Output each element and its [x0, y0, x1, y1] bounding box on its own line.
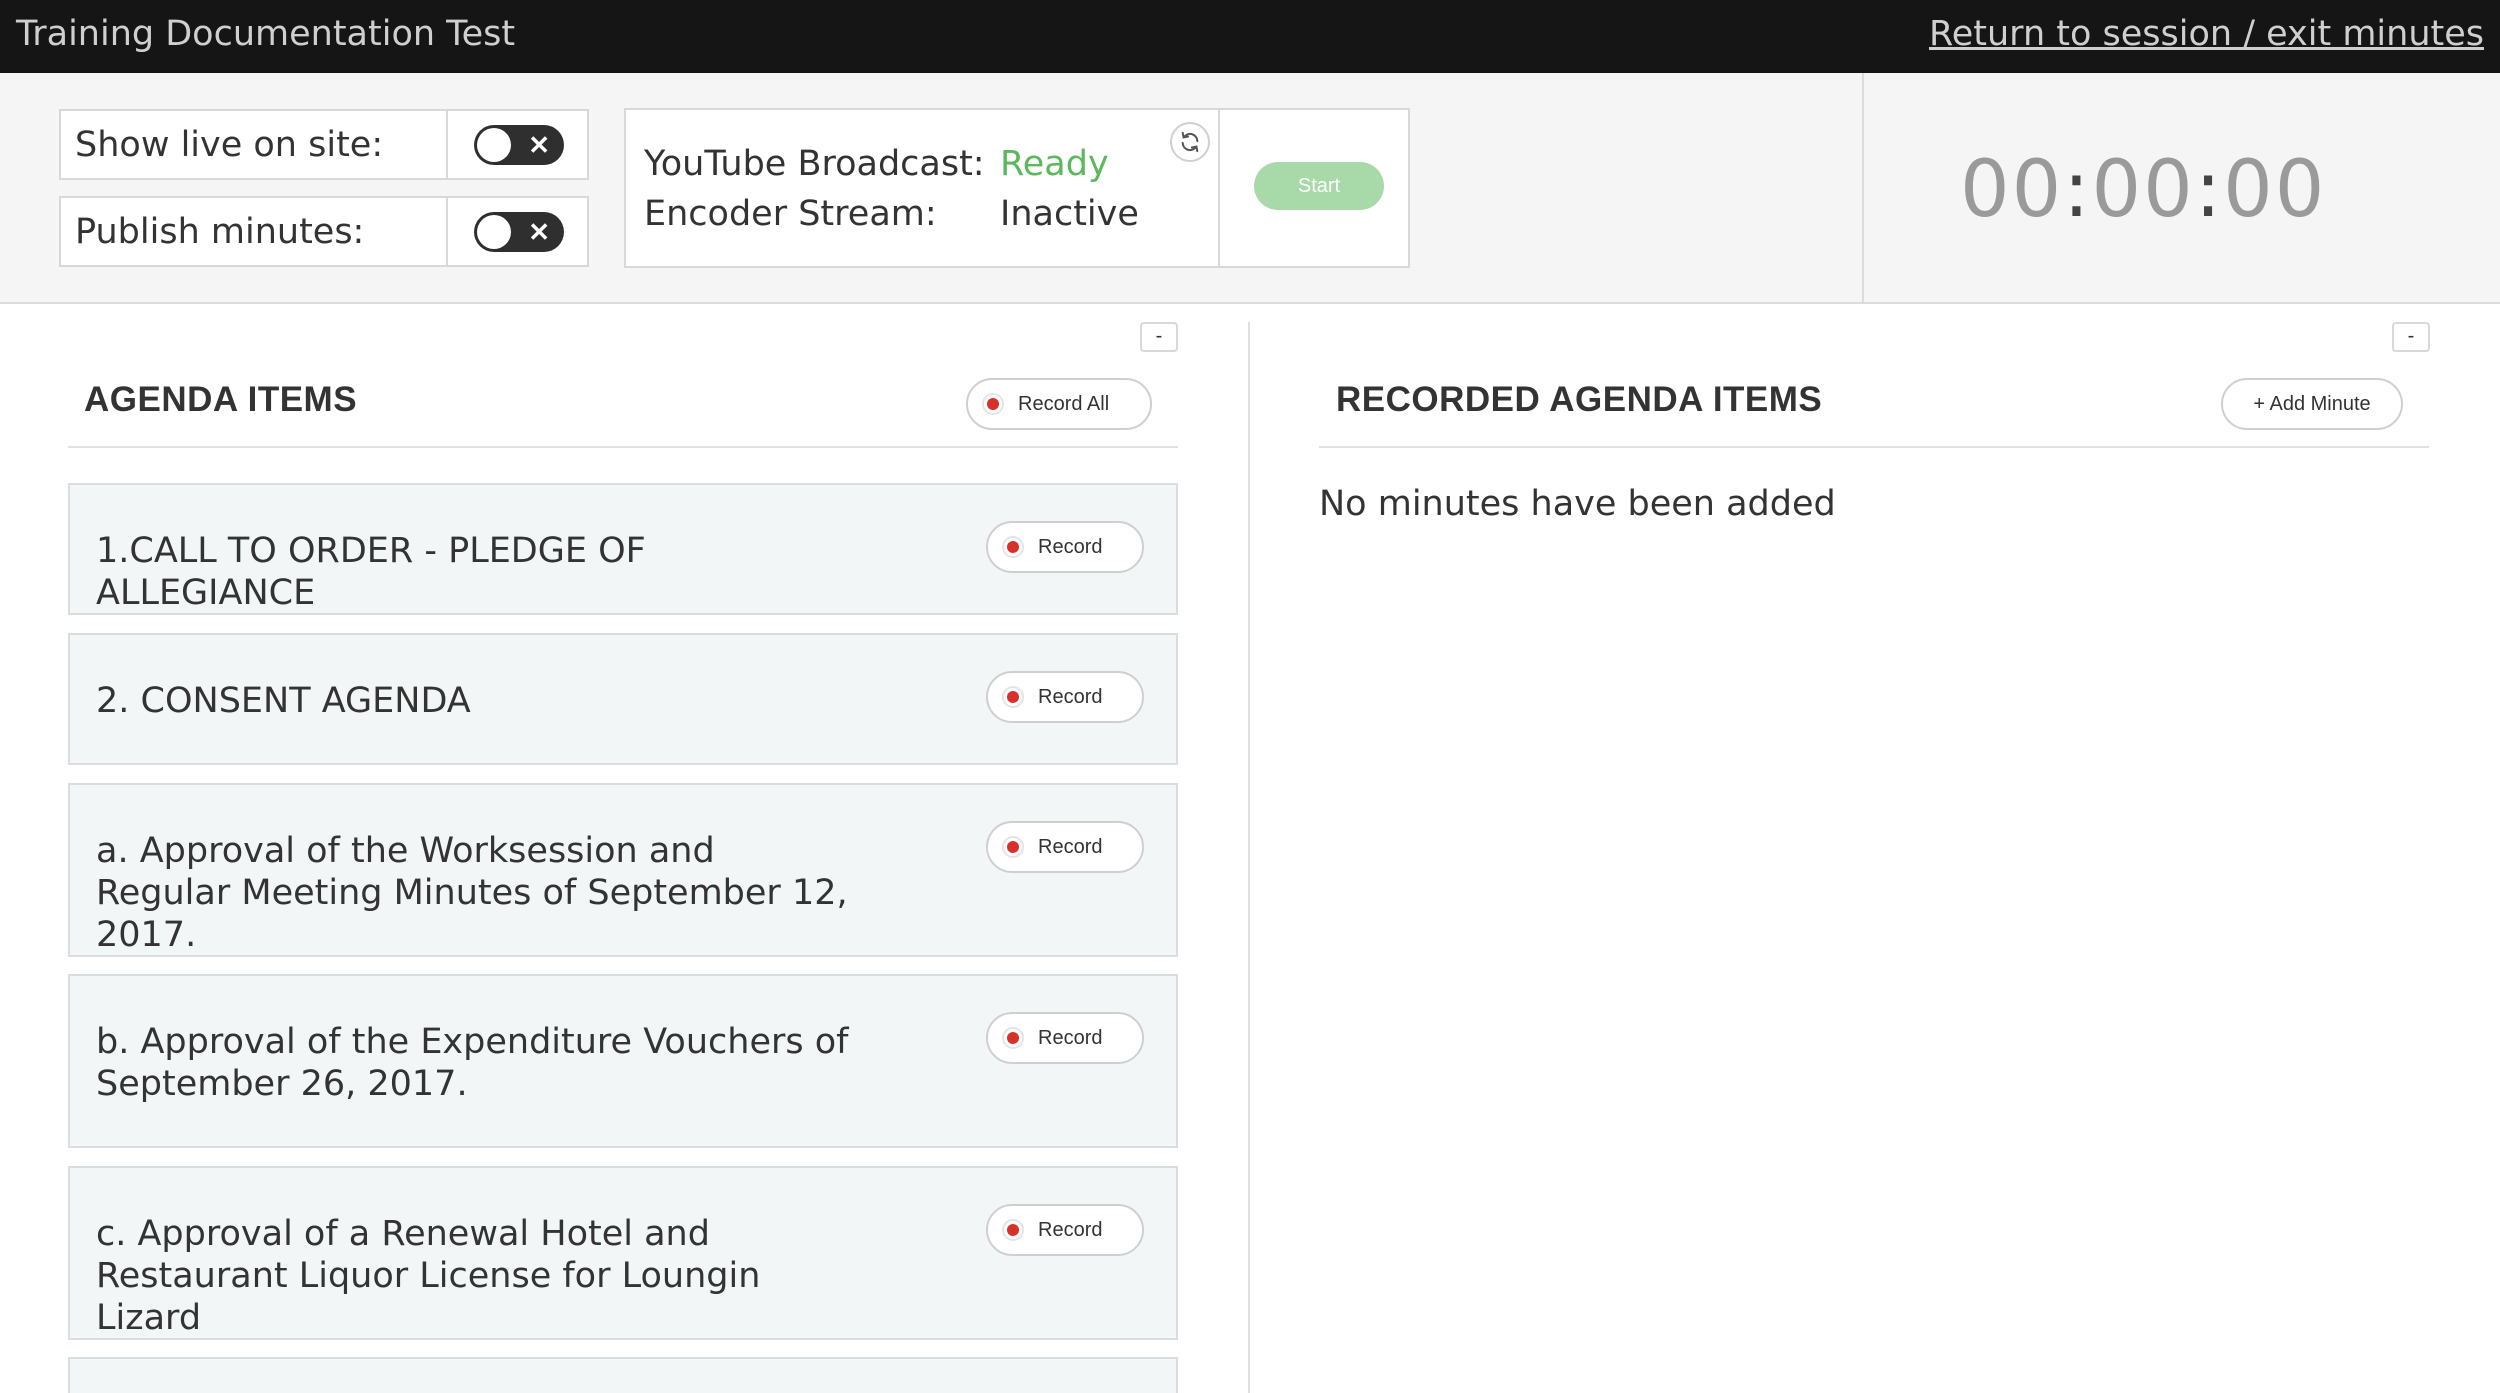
- publish-minutes-label: Publish minutes:: [75, 212, 365, 252]
- agenda-item-text: a. Approval of the Worksession and Regul…: [96, 831, 848, 955]
- record-label: Record: [1038, 1218, 1103, 1241]
- record-button[interactable]: Record: [986, 821, 1144, 873]
- record-label: Record: [1038, 685, 1103, 708]
- collapse-agenda-button[interactable]: -: [1140, 322, 1178, 352]
- empty-minutes-message: No minutes have been added: [1319, 484, 1836, 524]
- divider: [1218, 110, 1220, 266]
- refresh-button[interactable]: [1170, 122, 1210, 162]
- timer-hours: 00: [1960, 145, 2064, 235]
- record-dot-icon: [982, 393, 1004, 415]
- recorded-heading: RECORDED AGENDA ITEMS: [1336, 380, 1823, 419]
- refresh-icon: [1181, 131, 1199, 153]
- agenda-item: 2. CONSENT AGENDA Record: [68, 633, 1178, 765]
- agenda-divider: [68, 446, 1178, 448]
- broadcast-status-box: YouTube Broadcast: Ready Encoder Stream:…: [624, 108, 1410, 268]
- encoder-stream-label: Encoder Stream:: [644, 194, 937, 234]
- encoder-stream-status: Inactive: [1000, 194, 1139, 234]
- record-dot-icon: [1002, 686, 1024, 708]
- agenda-item: c. Approval of a Renewal Hotel and Resta…: [68, 1166, 1178, 1340]
- record-dot-icon: [1002, 1027, 1024, 1049]
- record-all-label: Record All: [1018, 392, 1110, 415]
- youtube-broadcast-status: Ready: [1000, 144, 1109, 184]
- record-button[interactable]: Record: [986, 1012, 1144, 1064]
- record-label: Record: [1038, 535, 1103, 558]
- agenda-item-text: 2. CONSENT AGENDA: [96, 681, 471, 721]
- show-live-row: Show live on site: ✕: [59, 109, 589, 180]
- record-label: Record: [1038, 835, 1103, 858]
- agenda-item-text: c. Approval of a Renewal Hotel and Resta…: [96, 1214, 761, 1338]
- agenda-heading: AGENDA ITEMS: [84, 380, 358, 419]
- agenda-item: [68, 1357, 1178, 1393]
- show-live-label: Show live on site:: [75, 125, 384, 165]
- controls-panel: Show live on site: ✕ Publish minutes: ✕ …: [0, 73, 2500, 304]
- timer-seconds: 00: [2223, 145, 2327, 235]
- add-minute-button[interactable]: + Add Minute: [2221, 378, 2403, 430]
- exit-minutes-link[interactable]: Return to session / exit minutes: [1929, 14, 2484, 54]
- publish-minutes-toggle[interactable]: ✕: [474, 212, 564, 252]
- show-live-toggle[interactable]: ✕: [474, 125, 564, 165]
- record-button[interactable]: Record: [986, 521, 1144, 573]
- divider: [1862, 73, 1864, 304]
- timer-separator: :: [2063, 145, 2092, 235]
- record-label: Record: [1038, 1026, 1103, 1049]
- recorded-divider: [1319, 446, 2429, 448]
- toggle-knob: [477, 128, 511, 162]
- panel-divider: [1248, 322, 1250, 1393]
- agenda-item-text: 1.CALL TO ORDER - PLEDGE OF ALLEGIANCE: [96, 531, 646, 613]
- close-icon: ✕: [528, 130, 550, 160]
- divider: [446, 198, 448, 265]
- publish-minutes-row: Publish minutes: ✕: [59, 196, 589, 267]
- top-bar: Training Documentation Test Return to se…: [0, 0, 2500, 73]
- toggle-knob: [477, 215, 511, 249]
- record-dot-icon: [1002, 836, 1024, 858]
- timer-minutes: 00: [2091, 145, 2195, 235]
- record-button[interactable]: Record: [986, 671, 1144, 723]
- record-all-button[interactable]: Record All: [966, 378, 1152, 430]
- agenda-item: a. Approval of the Worksession and Regul…: [68, 783, 1178, 957]
- agenda-item: b. Approval of the Expenditure Vouchers …: [68, 974, 1178, 1148]
- record-dot-icon: [1002, 1219, 1024, 1241]
- record-button[interactable]: Record: [986, 1204, 1144, 1256]
- agenda-item-text: b. Approval of the Expenditure Vouchers …: [96, 1022, 849, 1104]
- youtube-broadcast-label: YouTube Broadcast:: [644, 144, 985, 184]
- record-dot-icon: [1002, 536, 1024, 558]
- start-button[interactable]: Start: [1254, 162, 1384, 210]
- page-title: Training Documentation Test: [16, 14, 516, 54]
- timer-separator: :: [2194, 145, 2224, 235]
- collapse-recorded-button[interactable]: -: [2392, 322, 2430, 352]
- agenda-item: 1.CALL TO ORDER - PLEDGE OF ALLEGIANCE R…: [68, 483, 1178, 615]
- close-icon: ✕: [528, 217, 550, 247]
- divider: [446, 111, 448, 178]
- session-timer: 00:00:00: [1960, 145, 2326, 235]
